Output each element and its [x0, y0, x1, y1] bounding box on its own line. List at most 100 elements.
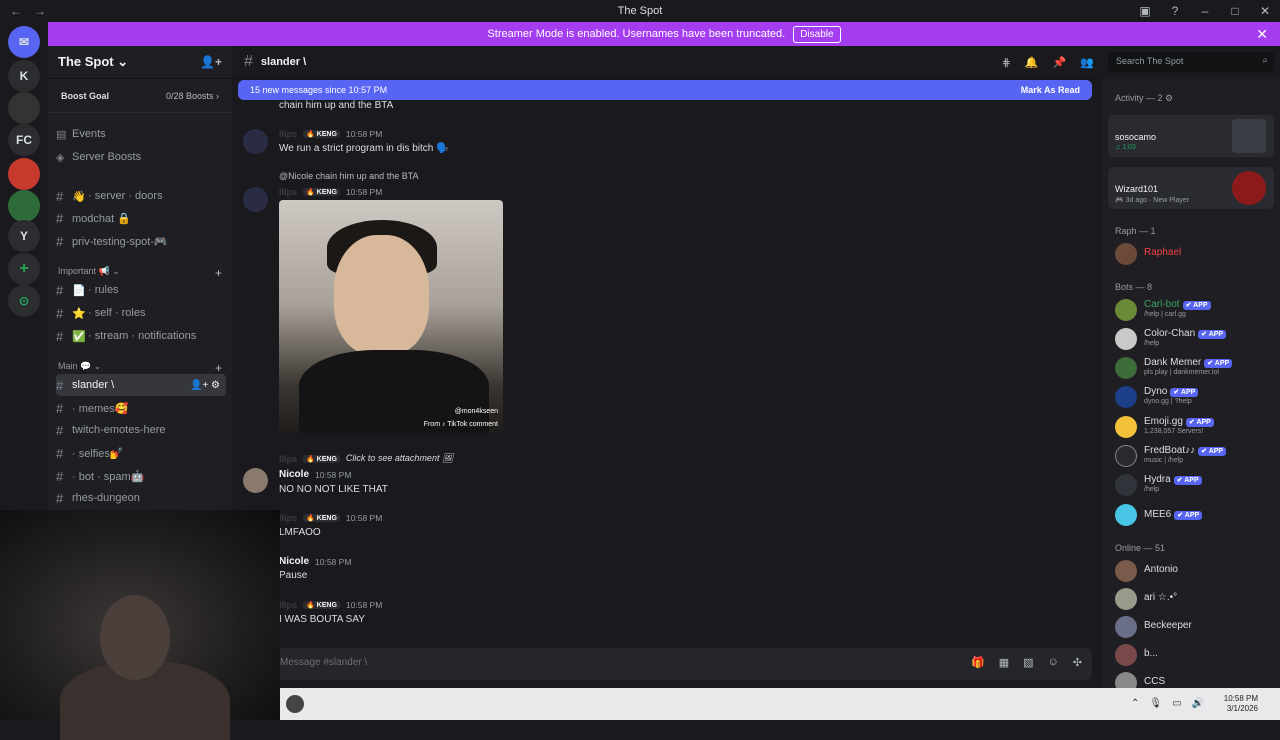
server-icon-fc[interactable]: FC [8, 124, 40, 156]
category-main[interactable]: Main 💬 ⌄ + [58, 361, 222, 375]
category-important[interactable]: Important 📢 ⌄ + [58, 266, 222, 280]
apps-icon[interactable]: ✣ [1073, 656, 1082, 669]
new-messages-bar[interactable]: 15 new messages since 10:57 PM Mark As R… [238, 80, 1092, 100]
network-icon[interactable]: ▭ [1172, 698, 1181, 709]
guild-header[interactable]: The Spot ⌄ 👤+ [48, 46, 232, 79]
member-bot[interactable]: Dyno ✔ APP dyno.gg | ?help [1115, 383, 1275, 411]
member-bot[interactable]: Color-Chan ✔ APP/help [1115, 325, 1275, 353]
message-meta: Nicole 10:58 PM [279, 556, 352, 567]
add-channel-icon[interactable]: + [215, 266, 222, 280]
reply-preview[interactable]: @Nicole chain him up and the BTA [279, 171, 419, 181]
close-icon[interactable]: ✕ [1256, 26, 1268, 43]
hash-icon: # [56, 490, 64, 506]
server-icon-ninja[interactable] [8, 158, 40, 190]
streamer-mode-banner: Streamer Mode is enabled. Usernames have… [48, 22, 1280, 46]
sticker-icon[interactable]: ▧ [1023, 656, 1033, 669]
avatar [1115, 474, 1137, 496]
avatar [1115, 672, 1137, 688]
member-online[interactable]: Antonio [1115, 557, 1275, 585]
volume-icon[interactable]: 🔊 [1192, 698, 1204, 709]
boost-count: 0/28 Boosts › [165, 90, 219, 101]
discover-icon[interactable]: ⊙ [8, 285, 40, 317]
activity-card[interactable]: Wizard101 🎮 3d ago · New Player [1108, 167, 1274, 209]
member-bot[interactable]: Carl-bot ✔ APP/help | carl.gg [1115, 296, 1275, 324]
boost-goal[interactable]: Boost Goal 0/28 Boosts › [48, 79, 232, 113]
channel-priv-testing[interactable]: # priv-testing-spot-🎮 [56, 230, 226, 252]
image-attachment[interactable]: @mon4kseen From ♪ TikTok comment [279, 200, 503, 433]
avatar [1115, 357, 1137, 379]
help-icon[interactable]: ? [1160, 4, 1190, 18]
member-bot[interactable]: MEE6 ✔ APP [1115, 501, 1275, 529]
add-channel-icon[interactable]: + [215, 361, 222, 375]
channel-selfies[interactable]: # · selfies💅 [56, 442, 226, 464]
member-bot[interactable]: Emoji.gg ✔ APP 1,238,057 Servers! [1115, 413, 1275, 441]
member-online[interactable]: Beckeeper [1115, 613, 1275, 641]
pin-icon[interactable]: 📌 [1053, 56, 1067, 69]
message-meta: lllps 🔥 KENG 10:58 PM [279, 187, 383, 197]
hash-icon: # [56, 188, 64, 204]
photo-face [334, 235, 429, 355]
bell-icon[interactable]: 🔔 [1025, 56, 1039, 69]
channel-self-roles[interactable]: # ⭐ · self · roles [56, 302, 226, 324]
channel-memes[interactable]: # · memes🥰 [56, 397, 226, 419]
member-bot[interactable]: Hydra ✔ APP/help [1115, 471, 1275, 499]
message-input[interactable]: Message #slander \ 🎁 ▦ ▧ ☺ ✣ [270, 648, 1092, 680]
server-boosts-item[interactable]: ◈ Server Boosts [56, 146, 226, 168]
channel-stream-notifications[interactable]: # ✅ · stream · notifications [56, 325, 226, 347]
taskbar-app-icon[interactable] [286, 695, 304, 713]
search-input[interactable]: Search The Spot ⌕ [1108, 52, 1274, 72]
server-icon-y[interactable]: Y [8, 220, 40, 252]
message-meta: lllps 🔥 KENG 10:58 PM [279, 129, 383, 139]
threads-icon[interactable]: ⋕ [1002, 56, 1011, 69]
emoji-icon[interactable]: ☺ [1048, 656, 1059, 669]
discord-home-icon[interactable]: ✉ [8, 26, 40, 58]
disable-button[interactable]: Disable [793, 25, 841, 43]
avatar[interactable] [243, 468, 268, 493]
events-item[interactable]: ▤ Events [56, 123, 226, 145]
member-online[interactable]: CCS [1115, 669, 1275, 688]
server-icon-game[interactable] [8, 190, 40, 222]
message-meta: lllps 🔥 KENG 10:58 PM [279, 513, 383, 523]
channel-modchat[interactable]: # modchat 🔒 [56, 207, 226, 229]
member-online[interactable]: ari ☆.•° [1115, 585, 1275, 613]
channel-settings-icon[interactable]: 👤+ ⚙ [190, 380, 226, 391]
gif-icon[interactable]: ▦ [999, 656, 1009, 669]
channel-rules[interactable]: # 📄 · rules [56, 279, 226, 301]
maximize-icon[interactable]: □ [1220, 4, 1250, 18]
raph-header: Raph — 1 [1115, 226, 1156, 236]
server-icon-art[interactable] [8, 92, 40, 124]
gift-icon[interactable]: 🎁 [971, 656, 985, 669]
server-icon-k[interactable]: K [8, 60, 40, 92]
member-bot[interactable]: FredBoat♪♪ ✔ APP music | /help [1115, 442, 1275, 470]
hash-icon: # [56, 445, 64, 461]
avatar [1115, 504, 1137, 526]
inbox-icon[interactable]: ▣ [1130, 4, 1160, 18]
webcam-person-head [100, 595, 170, 680]
channel-title: slander \ [260, 56, 307, 68]
minimize-icon[interactable]: – [1190, 4, 1220, 18]
message-meta: Nicole 10:58 PM [279, 469, 352, 480]
hash-icon: # [56, 305, 64, 321]
clock[interactable]: 10:58 PM 3/1/2026 [1224, 694, 1258, 714]
add-user-icon[interactable]: 👤+ [200, 55, 222, 69]
avatar[interactable] [243, 187, 268, 212]
attachment-reply[interactable]: lllps 🔥 KENG Click to see attachment 🖼 [279, 453, 453, 464]
channel-server-doors[interactable]: # 👋 · server · doors [56, 185, 226, 207]
activity-thumbnail [1232, 119, 1266, 153]
member-list-icon[interactable]: 👥 [1080, 56, 1094, 69]
hash-icon: # [56, 328, 64, 344]
member-online[interactable]: b... [1115, 641, 1275, 669]
member-raphael[interactable]: Raphael [1115, 240, 1275, 268]
activity-card[interactable]: sosocamo ♫ 1:03 [1108, 115, 1274, 157]
member-bot[interactable]: Dank Memer ✔ APP pls play | dankmemer.lol [1115, 354, 1275, 382]
add-server-icon[interactable]: + [8, 253, 40, 285]
channel-bot-spam[interactable]: # · bot · spam🤖 [56, 465, 226, 487]
mark-as-read-button[interactable]: Mark As Read [1021, 85, 1080, 95]
chevron-up-icon[interactable]: ⌃ [1131, 698, 1139, 709]
avatar[interactable] [243, 129, 268, 154]
mic-icon[interactable]: 🎙 [1149, 698, 1162, 709]
close-window-icon[interactable]: ✕ [1250, 4, 1280, 18]
channel-slander[interactable]: # slander \ 👤+ ⚙ [56, 374, 226, 396]
channel-twitch-emotes[interactable]: # twitch-emotes-here [56, 419, 226, 441]
channel-rhes-dungeon[interactable]: # rhes-dungeon [56, 487, 226, 509]
